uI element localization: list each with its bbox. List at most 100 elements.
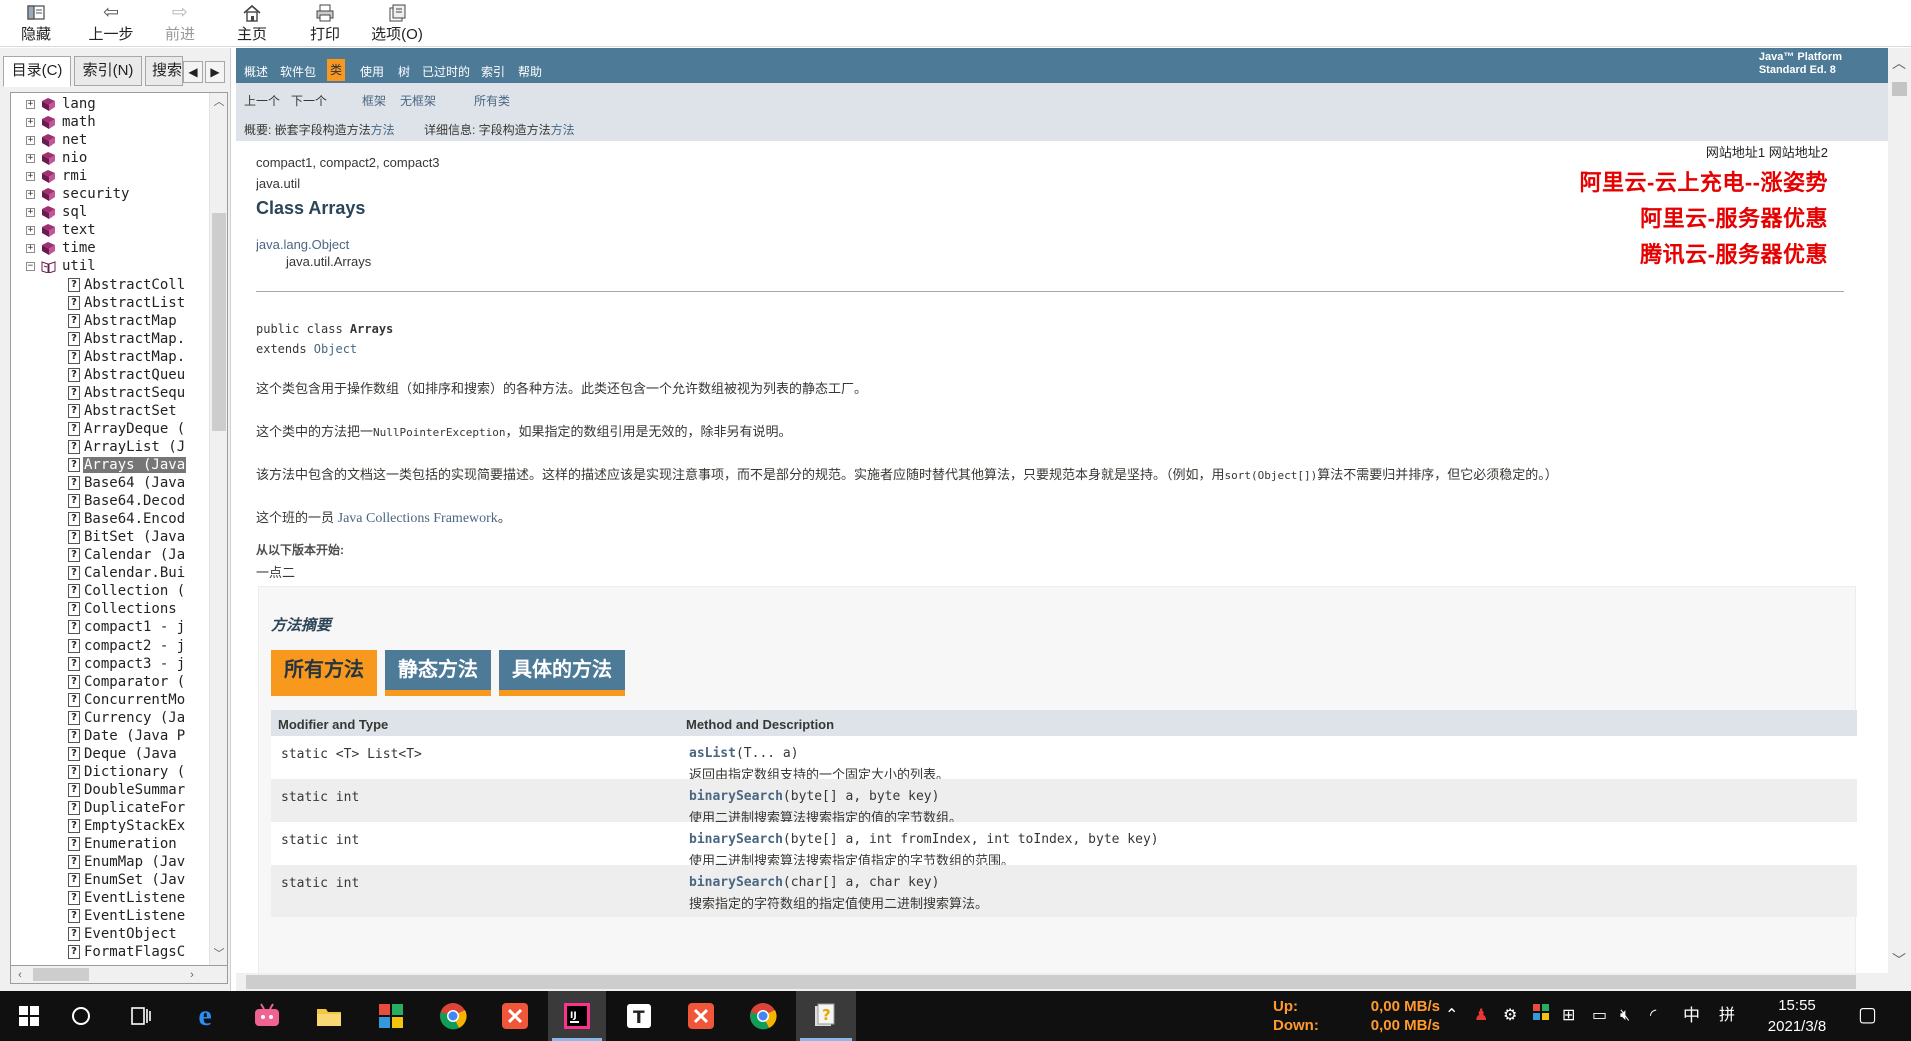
nav-overview[interactable]: 概述 <box>244 65 268 79</box>
tree-package-security[interactable]: + security <box>26 185 130 203</box>
tree-class-item[interactable]: ? EventListene <box>68 907 186 925</box>
summary-method-link[interactable]: 方法 <box>371 123 395 137</box>
ime-mode-indicator[interactable]: 中 <box>1683 1004 1700 1028</box>
doc-scroll-up-arrow-icon[interactable]: ︿ <box>1890 54 1908 72</box>
scroll-up-arrow-icon[interactable]: ︿ <box>210 93 227 111</box>
taskbar-chrome[interactable] <box>424 991 482 1041</box>
doc-scroll-thumb[interactable] <box>1892 82 1907 96</box>
nav-package[interactable]: 软件包 <box>280 65 316 79</box>
volume-muted-icon[interactable]: 🔇︎ <box>1620 1004 1630 1028</box>
nav-all-classes[interactable]: 所有类 <box>474 94 510 108</box>
tab-search[interactable]: 搜索 <box>145 56 183 86</box>
ime-pinyin-indicator[interactable]: 拼 <box>1719 1004 1735 1028</box>
tab-index[interactable]: 索引(N) <box>74 56 142 86</box>
expand-icon[interactable]: + <box>26 207 35 217</box>
tree-class-item[interactable]: ? BitSet (Java <box>68 528 186 546</box>
doc-hscroll-thumb[interactable] <box>246 975 1856 989</box>
tree-class-item[interactable]: ? Calendar.Bui <box>68 564 186 582</box>
promo-link-1[interactable]: 阿里云-云上充电--涨姿势 <box>1580 165 1828 201</box>
nav-frames[interactable]: 框架 <box>362 94 386 108</box>
tree-class-item[interactable]: ? Enumeration <box>68 835 178 853</box>
tree-class-item[interactable]: ? AbstractMap <box>68 312 178 330</box>
expand-icon[interactable]: + <box>26 135 35 145</box>
tree-class-item[interactable]: ? ConcurrentMo <box>68 691 186 709</box>
tree-class-item[interactable]: ? AbstractList <box>68 294 186 312</box>
tree-class-item[interactable]: ? Deque (Java <box>68 745 178 763</box>
taskbar-edge[interactable]: e <box>176 991 234 1041</box>
tab-scroll-left-icon[interactable]: ◀ <box>183 61 203 83</box>
tree-class-item[interactable]: ? compact1 - j <box>68 618 186 636</box>
expand-icon[interactable]: + <box>26 225 35 235</box>
taskbar-chrome-2[interactable] <box>734 991 792 1041</box>
detail-method-link[interactable]: 方法 <box>551 123 575 137</box>
tree-class-item[interactable]: ? FormatFlagsC <box>68 943 186 961</box>
tree-horizontal-scrollbar[interactable]: ‹ › <box>10 966 228 984</box>
tree-scroll-thumb[interactable] <box>212 213 226 431</box>
tree-class-item[interactable]: ? DoubleSummar <box>68 781 186 799</box>
tree-class-item[interactable]: ? EnumSet (Jav <box>68 871 186 889</box>
taskbar-bilibili[interactable] <box>238 991 296 1041</box>
expand-icon[interactable]: + <box>26 243 35 253</box>
tree-class-item[interactable]: ? AbstractMap. <box>68 348 186 366</box>
tray-expand-icon[interactable]: ⌃ <box>1445 1004 1458 1028</box>
tree-class-item[interactable]: ? ArrayList (J <box>68 438 186 456</box>
back-button[interactable]: ⇦ 上一步 <box>84 0 138 46</box>
tab-static-methods[interactable]: 静态方法 <box>385 650 491 696</box>
tree-class-item[interactable]: ? AbstractMap. <box>68 330 186 348</box>
tab-all-methods[interactable]: 所有方法 <box>271 650 377 696</box>
method-link[interactable]: asList <box>689 746 736 761</box>
options-button[interactable]: 选项(O) <box>369 0 425 46</box>
nav-help[interactable]: 帮助 <box>518 65 542 79</box>
website-links[interactable]: 网站地址1 网站地址2 <box>1580 145 1828 161</box>
tree-class-item[interactable]: ? EmptyStackEx <box>68 817 186 835</box>
taskbar-help-viewer[interactable]: ? <box>796 991 856 1041</box>
collapse-icon[interactable]: − <box>26 261 35 271</box>
tree-package-nio[interactable]: + nio <box>26 149 88 167</box>
nav-tree[interactable]: 树 <box>398 65 410 79</box>
method-link[interactable]: binarySearch <box>689 832 783 847</box>
tree-class-item[interactable]: ? Calendar (Ja <box>68 546 186 564</box>
search-button[interactable] <box>52 991 110 1041</box>
tree-class-item[interactable]: ? ArrayDeque ( <box>68 420 186 438</box>
tree-class-item[interactable]: ? AbstractSequ <box>68 384 186 402</box>
document-vertical-scrollbar[interactable]: ︿ ﹀ <box>1888 48 1911 991</box>
tree-class-item[interactable]: ? Currency (Ja <box>68 709 186 727</box>
method-link[interactable]: binarySearch <box>689 875 783 890</box>
doc-scroll-down-arrow-icon[interactable]: ﹀ <box>1890 951 1908 969</box>
tray-app-icon[interactable]: ⚙ <box>1503 1004 1517 1028</box>
battery-icon[interactable]: ▭ <box>1592 1004 1607 1028</box>
expand-icon[interactable]: + <box>26 171 35 181</box>
tree-class-item[interactable]: ? Base64.Encod <box>68 510 186 528</box>
tree-class-item[interactable]: ? EventListene <box>68 889 186 907</box>
scroll-right-arrow-icon[interactable]: › <box>183 966 201 984</box>
scroll-left-arrow-icon[interactable]: ‹ <box>11 966 29 984</box>
nav-use[interactable]: 使用 <box>360 65 384 79</box>
print-button[interactable]: 打印 <box>305 0 345 46</box>
taskbar-xmind[interactable] <box>486 991 544 1041</box>
tree-class-item[interactable]: ? AbstractSet <box>68 402 178 420</box>
tray-network-drive-icon[interactable]: ⊞ <box>1562 1004 1575 1028</box>
object-link[interactable]: Object <box>314 342 357 356</box>
tree-class-item[interactable]: ? DuplicateFor <box>68 799 186 817</box>
method-link[interactable]: binarySearch <box>689 789 783 804</box>
system-clock[interactable]: 15:55 2021/3/8 <box>1752 995 1842 1037</box>
tree-package-sql[interactable]: + sql <box>26 203 88 221</box>
wifi-icon[interactable]: ◜ <box>1650 1004 1656 1028</box>
tree-class-item[interactable]: ? EnumMap (Jav <box>68 853 186 871</box>
promo-link-3[interactable]: 腾讯云-服务器优惠 <box>1580 237 1828 273</box>
tree-package-util[interactable]: − util <box>26 257 97 275</box>
tab-contents[interactable]: 目录(C) <box>3 56 71 87</box>
tree-class-item[interactable]: ? Comparator ( <box>68 673 186 691</box>
expand-icon[interactable]: + <box>26 189 35 199</box>
start-button[interactable] <box>0 991 58 1041</box>
tree-package-math[interactable]: + math <box>26 113 97 131</box>
tree-package-net[interactable]: + net <box>26 131 88 149</box>
hide-button[interactable]: 隐藏 <box>14 0 58 46</box>
taskbar-office[interactable] <box>362 991 420 1041</box>
tree-package-rmi[interactable]: + rmi <box>26 167 88 185</box>
nav-prev-class[interactable]: 上一个 <box>244 94 280 108</box>
tree-class-item[interactable]: ? compact3 - j <box>68 655 186 673</box>
taskbar-xmind-2[interactable] <box>672 991 730 1041</box>
tree-class-item[interactable]: ? EventObject <box>68 925 178 943</box>
tree-class-item[interactable]: ? Collections <box>68 600 178 618</box>
